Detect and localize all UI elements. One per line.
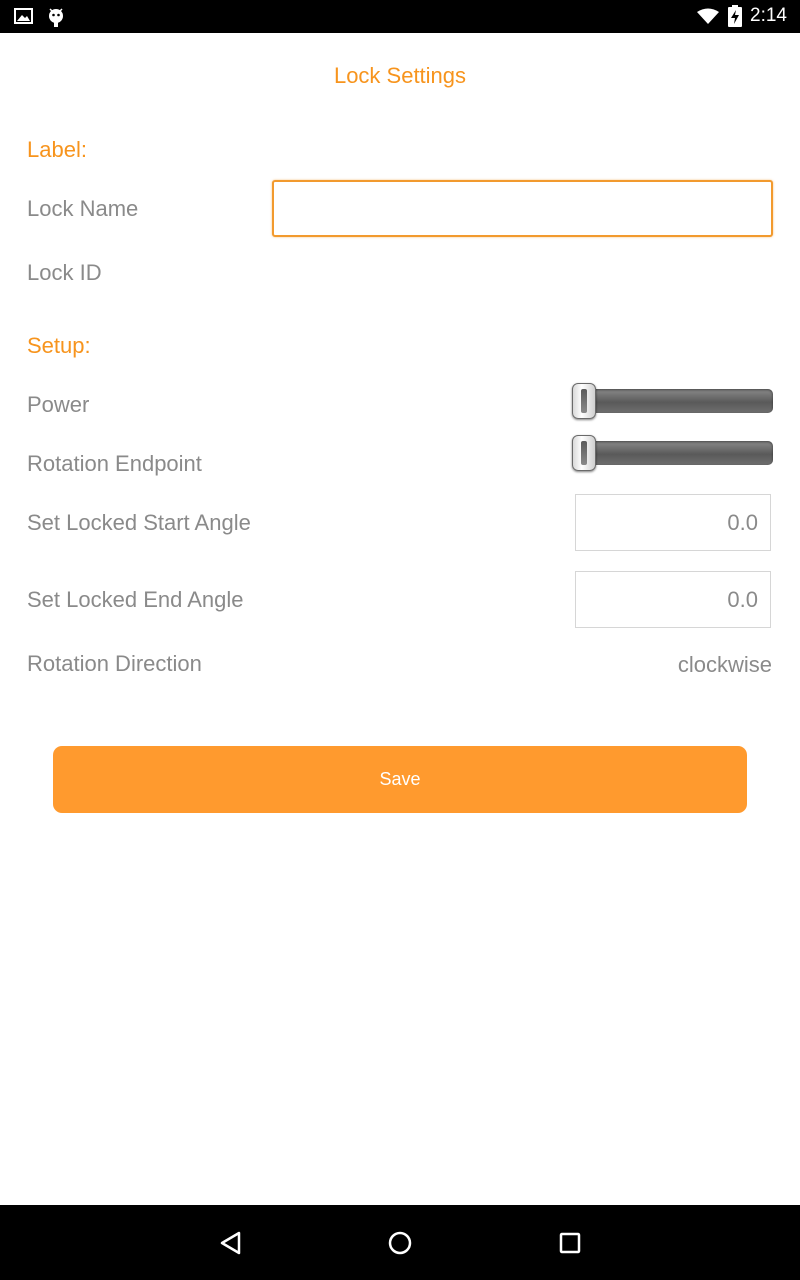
status-time: 2:14 — [750, 5, 787, 26]
end-angle-input[interactable] — [575, 571, 771, 628]
navigation-bar — [0, 1205, 800, 1280]
lock-name-label: Lock Name — [27, 196, 139, 221]
rotation-endpoint-slider[interactable] — [572, 435, 773, 471]
rotation-direction-value[interactable]: clockwise — [678, 652, 772, 678]
power-slider-thumb[interactable] — [572, 383, 596, 419]
end-angle-label: Set Locked End Angle — [27, 587, 244, 612]
power-label: Power — [27, 392, 90, 417]
recent-apps-icon[interactable] — [557, 1230, 583, 1256]
page-title: Lock Settings — [333, 63, 467, 88]
android-debug-icon — [46, 6, 66, 33]
rotation-endpoint-label: Rotation Endpoint — [27, 451, 202, 476]
wifi-icon — [697, 8, 719, 30]
setup-section-heading: Setup: — [27, 333, 91, 358]
rotation-endpoint-slider-track[interactable] — [572, 441, 773, 465]
power-slider[interactable] — [572, 383, 773, 419]
start-angle-label: Set Locked Start Angle — [27, 510, 251, 535]
status-bar: 2:14 — [0, 0, 800, 33]
lock-name-input[interactable] — [272, 180, 773, 237]
back-icon[interactable] — [218, 1230, 244, 1256]
rotation-endpoint-slider-thumb[interactable] — [572, 435, 596, 471]
start-angle-input[interactable] — [575, 494, 771, 551]
save-button[interactable]: Save — [53, 746, 747, 813]
battery-charging-icon — [728, 5, 742, 32]
label-section-heading: Label: — [27, 137, 87, 162]
rotation-direction-label: Rotation Direction — [27, 651, 202, 676]
power-slider-track[interactable] — [572, 389, 773, 413]
lock-id-label: Lock ID — [27, 260, 102, 285]
home-icon[interactable] — [387, 1230, 413, 1256]
image-icon — [14, 6, 34, 31]
